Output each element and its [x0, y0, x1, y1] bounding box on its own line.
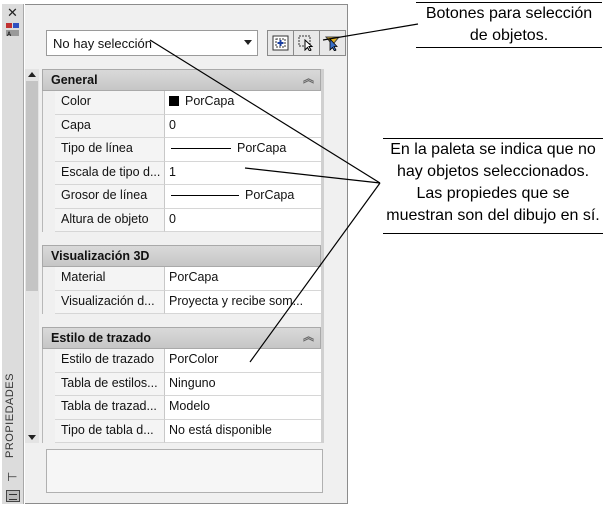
select-objects-button[interactable]: [293, 30, 320, 56]
section-header-3d-visualization[interactable]: Visualización 3D: [42, 245, 321, 267]
property-row-material[interactable]: Material PorCapa: [43, 267, 321, 291]
property-row-thickness[interactable]: Altura de objeto 0: [43, 208, 321, 232]
scroll-up-icon[interactable]: [28, 72, 36, 77]
section-header-general[interactable]: General ︽: [42, 69, 321, 91]
color-swatch-icon: [169, 96, 179, 106]
pickadd-icon: [272, 35, 289, 51]
property-row-plot-table-attached[interactable]: Tabla de trazad... Modelo: [43, 396, 321, 420]
quick-select-icon: [324, 36, 341, 51]
description-panel: [46, 449, 323, 493]
property-row-linetype-scale[interactable]: Escala de tipo d... 1: [43, 161, 321, 185]
section-header-plot-style[interactable]: Estilo de trazado ︽: [42, 327, 321, 349]
property-row-color[interactable]: Color PorCapa: [43, 91, 321, 115]
vertical-scrollbar[interactable]: [25, 69, 39, 443]
section-plot-style: Estilo de trazado ︽ Estilo de trazado Po…: [42, 327, 321, 443]
property-row-plot-style-table[interactable]: Tabla de estilos... Ninguno: [43, 372, 321, 396]
selection-value: No hay selección: [53, 36, 152, 51]
properties-menu-icon[interactable]: [6, 490, 20, 502]
section-3d-visualization: Visualización 3D Material PorCapa Visual…: [42, 245, 321, 314]
chevron-down-icon: [244, 40, 252, 45]
property-row-plot-style[interactable]: Estilo de trazado PorColor: [43, 349, 321, 373]
lineweight-preview-icon: [171, 195, 239, 196]
right-scroll-edge: [321, 69, 324, 443]
close-icon[interactable]: ✕: [7, 6, 18, 19]
property-row-shadow-display[interactable]: Visualización d... Proyecta y recibe som…: [43, 290, 321, 314]
properties-palette: ✕ A PROPIEDADES ⊢ No hay selección Gener…: [0, 0, 349, 508]
palette-title: PROPIEDADES: [4, 373, 16, 458]
autohide-icon[interactable]: ⊢: [7, 470, 17, 484]
palette-title-strip: ✕ A PROPIEDADES ⊢: [2, 4, 24, 504]
select-objects-icon: [298, 35, 314, 51]
linetype-preview-icon: [171, 148, 231, 149]
property-row-layer[interactable]: Capa 0: [43, 114, 321, 138]
property-row-linetype[interactable]: Tipo de línea PorCapa: [43, 138, 321, 162]
scroll-thumb[interactable]: [26, 81, 38, 291]
section-general: General ︽ Color PorCapa Capa 0 Tipo de l…: [42, 69, 321, 232]
palette-body: No hay selección General ︽ Color PorCapa…: [25, 4, 348, 504]
selection-dropdown[interactable]: No hay selección: [46, 30, 258, 56]
scroll-down-icon[interactable]: [28, 435, 36, 440]
toggle-pickadd-button[interactable]: [267, 30, 294, 56]
collapse-icon[interactable]: ︽: [303, 331, 314, 343]
collapse-icon[interactable]: ︽: [303, 73, 314, 85]
callout-no-selection: En la paleta se indica que no hay objeto…: [383, 138, 603, 234]
quick-select-button[interactable]: [319, 30, 346, 56]
property-row-plot-table-type[interactable]: Tipo de tabla d... No está disponible: [43, 419, 321, 443]
properties-icon[interactable]: A: [5, 22, 22, 38]
property-row-lineweight[interactable]: Grosor de línea PorCapa: [43, 185, 321, 209]
callout-selection-buttons: Botones para selección de objetos.: [416, 2, 602, 48]
